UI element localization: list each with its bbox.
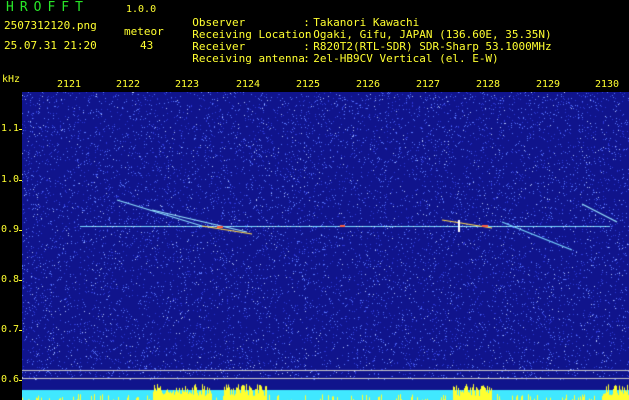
app-version: 1.0.0	[126, 4, 157, 15]
info-value: 2el-HB9CV Vertical (el. E-W)	[313, 52, 499, 65]
x-tick-label: 2122	[115, 79, 141, 90]
meteor-count: 43	[140, 39, 154, 52]
y-tick-label: 0.7	[1, 324, 20, 335]
app-logo: HROFFT	[6, 0, 89, 15]
y-tick-label: 1.0	[1, 174, 20, 185]
x-tick-label: 2125	[295, 79, 321, 90]
y-tick-label: 0.8	[1, 274, 20, 285]
y-tick-label: 0.6	[1, 374, 20, 385]
file-name: 2507312120.png	[4, 19, 97, 32]
y-axis-unit: kHz	[2, 74, 21, 85]
x-tick-label: 2129	[535, 79, 561, 90]
x-tick-label: 2128	[475, 79, 501, 90]
meteor-label: meteor	[124, 25, 164, 38]
y-tick-label: 1.1	[1, 123, 20, 134]
x-tick-label: 2127	[415, 79, 441, 90]
spectrogram-canvas	[22, 92, 629, 400]
info-row-antenna: Receiving antenna: 2el-HB9CV Vertical (el…	[192, 52, 499, 65]
x-tick-label: 2130	[594, 79, 620, 90]
date-time: 25.07.31 21:20	[4, 39, 97, 52]
x-tick-label: 2121	[56, 79, 82, 90]
x-tick-label: 2126	[355, 79, 381, 90]
x-tick-label: 2123	[174, 79, 200, 90]
y-tick-label: 0.9	[1, 224, 20, 235]
info-key: Receiving antenna	[192, 52, 305, 65]
x-tick-label: 2124	[235, 79, 261, 90]
